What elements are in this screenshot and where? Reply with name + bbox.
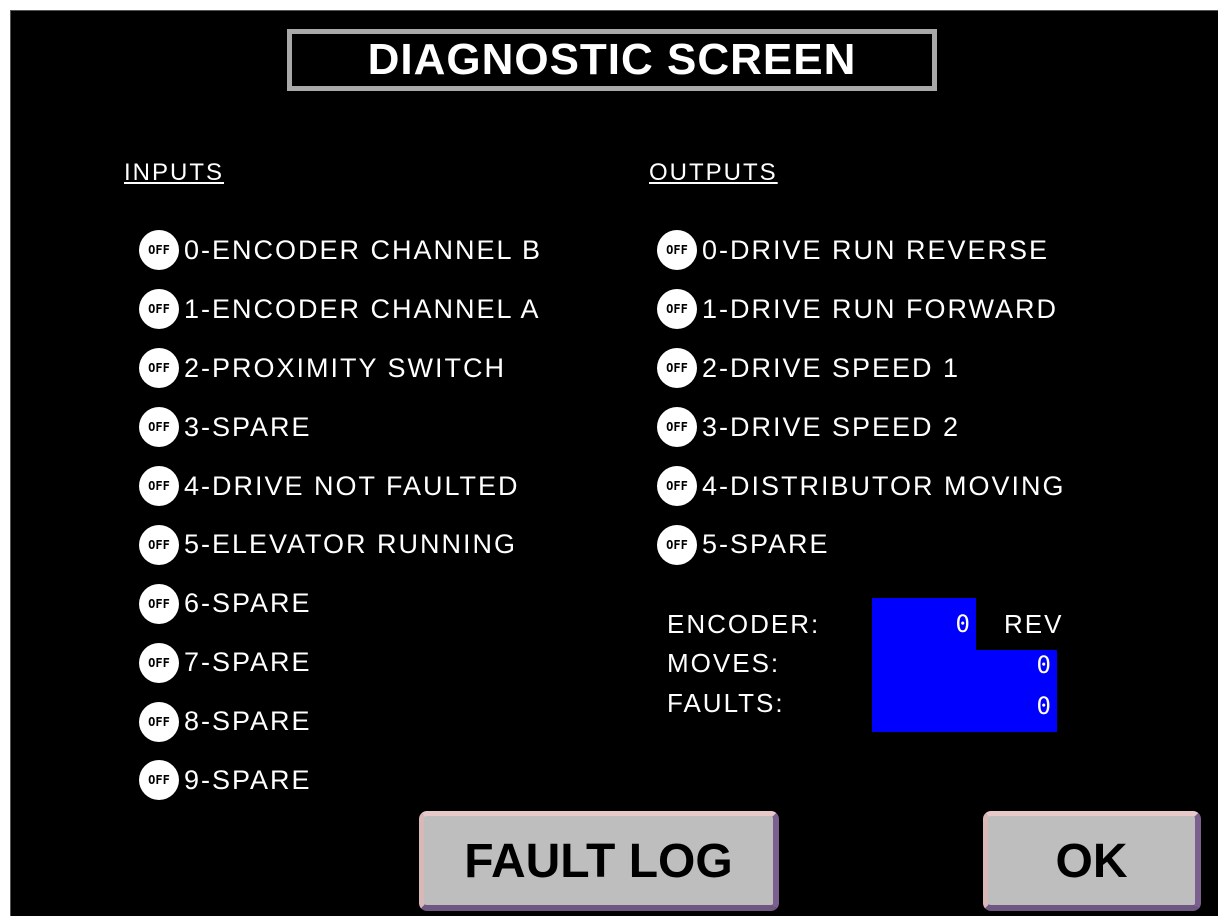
status-lamp-icon: OFF (657, 348, 697, 389)
input-label: 4-DRIVE NOT FAULTED (184, 470, 520, 501)
encoder-unit: REV (1004, 609, 1064, 639)
output-label: 4-DISTRIBUTOR MOVING (702, 470, 1066, 501)
ok-button[interactable]: OK (983, 811, 1201, 911)
status-lamp-icon: OFF (657, 466, 697, 506)
fault-log-button[interactable]: FAULT LOG (419, 811, 779, 911)
input-row-8: OFF 8-SPARE (139, 692, 542, 751)
input-label: 3-SPARE (184, 411, 312, 442)
status-lamp-icon: OFF (139, 701, 179, 742)
input-row-4: OFF 4-DRIVE NOT FAULTED (139, 457, 542, 516)
input-row-1: OFF 1-ENCODER CHANNEL A (139, 280, 542, 339)
input-label: 6-SPARE (184, 588, 312, 619)
encoder-label: ENCODER: (667, 609, 821, 639)
moves-label: MOVES: (667, 648, 781, 678)
status-lamp-icon: OFF (657, 230, 697, 271)
status-lamp-icon: OFF (139, 348, 179, 389)
output-row-1: OFF 1-DRIVE RUN FORWARD (657, 280, 1066, 339)
input-label: 1-ENCODER CHANNEL A (184, 293, 541, 324)
faults-label: FAULTS: (667, 688, 785, 718)
input-label: 2-PROXIMITY SWITCH (184, 352, 507, 383)
input-row-3: OFF 3-SPARE (139, 398, 542, 457)
output-row-5: OFF 5-SPARE (657, 515, 1066, 574)
output-label: 2-DRIVE SPEED 1 (702, 352, 961, 383)
status-lamp-icon: OFF (657, 524, 697, 565)
input-row-0: OFF 0-ENCODER CHANNEL B (139, 221, 542, 280)
inputs-heading: INPUTS (124, 159, 225, 186)
input-row-9: OFF 9-SPARE (139, 751, 542, 810)
input-label: 8-SPARE (184, 706, 312, 737)
status-lamp-icon: OFF (657, 289, 697, 330)
encoder-value: 0 (872, 598, 976, 650)
diagnostic-screen: DIAGNOSTIC SCREEN INPUTS OUTPUTS OFF 0-EN… (10, 10, 1218, 916)
outputs-list: OFF 0-DRIVE RUN REVERSE OFF 1-DRIVE RUN FO… (657, 221, 1066, 574)
status-lamp-icon: OFF (657, 407, 697, 448)
input-row-2: OFF 2-PROXIMITY SWITCH (139, 339, 542, 398)
screen-title: DIAGNOSTIC SCREEN (287, 29, 937, 91)
input-row-5: OFF 5-ELEVATOR RUNNING (139, 515, 542, 574)
output-label: 5-SPARE (702, 529, 830, 560)
input-label: 7-SPARE (184, 647, 312, 678)
status-lamp-icon: OFF (139, 407, 179, 448)
moves-value: 0 (872, 650, 1057, 680)
status-lamp-icon: OFF (139, 524, 179, 565)
status-lamp-icon: OFF (139, 466, 179, 506)
output-row-3: OFF 3-DRIVE SPEED 2 (657, 398, 1066, 457)
output-row-0: OFF 0-DRIVE RUN REVERSE (657, 221, 1066, 280)
output-label: 1-DRIVE RUN FORWARD (702, 293, 1059, 324)
status-lamp-icon: OFF (139, 642, 179, 683)
status-lamp-icon: OFF (139, 289, 179, 330)
input-row-7: OFF 7-SPARE (139, 633, 542, 692)
input-label: 5-ELEVATOR RUNNING (184, 529, 518, 560)
inputs-list: OFF 0-ENCODER CHANNEL B OFF 1-ENCODER CHAN… (139, 221, 542, 810)
faults-value: 0 (872, 680, 1057, 732)
input-row-6: OFF 6-SPARE (139, 574, 542, 633)
status-lamp-icon: OFF (139, 760, 179, 801)
input-label: 0-ENCODER CHANNEL B (184, 234, 543, 265)
outputs-heading: OUTPUTS (649, 159, 778, 186)
output-label: 0-DRIVE RUN REVERSE (702, 234, 1050, 265)
status-lamp-icon: OFF (139, 230, 179, 271)
status-lamp-icon: OFF (139, 583, 179, 624)
input-label: 9-SPARE (184, 764, 312, 795)
output-row-4: OFF 4-DISTRIBUTOR MOVING (657, 457, 1066, 516)
output-row-2: OFF 2-DRIVE SPEED 1 (657, 339, 1066, 398)
output-label: 3-DRIVE SPEED 2 (702, 411, 961, 442)
